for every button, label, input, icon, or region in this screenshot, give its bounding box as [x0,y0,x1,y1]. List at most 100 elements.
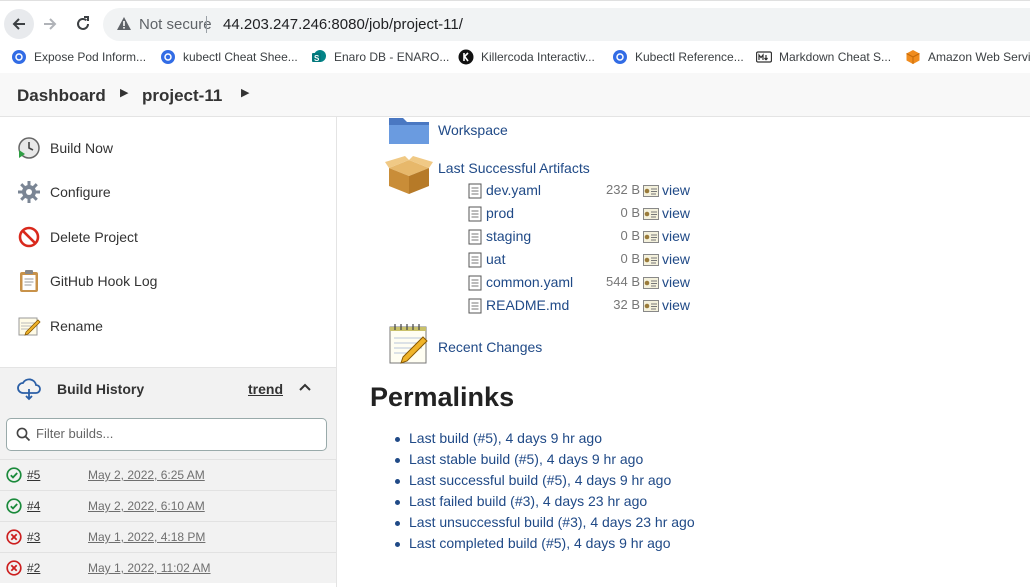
failed-x-icon [6,529,22,545]
fingerprint-icon [643,254,659,266]
artifact-row: prod 0 B view [468,204,698,224]
artifact-name-link[interactable]: dev.yaml [486,182,541,198]
task-configure[interactable]: Configure [16,178,111,206]
security-status[interactable]: Not secure [139,16,212,33]
breadcrumb-separator-icon[interactable]: ▶ [241,86,249,99]
build-number-link[interactable]: #5 [27,468,40,482]
permalink-last-stable-build[interactable]: Last stable build (#5), 4 days 9 hr ago [395,451,695,472]
build-row[interactable]: #2 May 1, 2022, 11:02 AM [0,552,336,583]
aws-icon [905,49,921,65]
artifact-name-link[interactable]: common.yaml [486,274,573,290]
breadcrumb-separator-icon[interactable]: ▶ [120,86,128,99]
failed-x-icon [6,560,22,576]
artifact-row: dev.yaml 232 B view [468,181,698,201]
permalink-last-completed-build[interactable]: Last completed build (#5), 4 days 9 hr a… [395,535,695,556]
address-bar[interactable]: Not secure 44.203.247.246:8080/job/proje… [103,8,1030,41]
artifact-view-link[interactable]: view [662,228,690,244]
bookmark-item[interactable]: Expose Pod Inform... [11,47,146,67]
artifact-name-link[interactable]: uat [486,251,505,267]
permalink-last-failed-build[interactable]: Last failed build (#3), 4 days 23 hr ago [395,493,695,514]
arrow-left-icon [12,18,25,30]
task-github-hook-log[interactable]: GitHub Hook Log [16,267,157,295]
artifact-view-link[interactable]: view [662,205,690,221]
artifact-size: 0 B [620,251,640,266]
build-number-link[interactable]: #3 [27,530,40,544]
build-date-link[interactable]: May 2, 2022, 6:25 AM [88,468,205,482]
forward-button[interactable] [35,9,65,39]
box-icon [385,156,433,194]
artifact-name-link[interactable]: README.md [486,297,569,313]
bookmark-item[interactable]: S Enaro DB - ENARO... [311,47,449,67]
filter-container [0,409,336,459]
recent-changes-link[interactable]: Recent Changes [438,339,542,355]
artifact-size: 0 B [620,205,640,220]
bookmark-item[interactable]: Amazon Web Servic [905,47,1030,67]
notepad-icon [389,324,428,364]
document-icon [468,229,482,245]
bookmark-item[interactable]: Kubectl Reference... [612,47,744,67]
task-delete-project[interactable]: Delete Project [16,223,138,251]
filter-builds-input[interactable] [36,426,316,441]
document-icon [468,298,482,314]
artifact-row: uat 0 B view [468,250,698,270]
document-icon [468,252,482,268]
build-row[interactable]: #3 May 1, 2022, 4:18 PM [0,521,336,552]
sidebar: Build Now Configure Delete Project GitHu… [0,117,337,587]
build-row[interactable]: #5 May 2, 2022, 6:25 AM [0,459,336,490]
fingerprint-icon [643,208,659,220]
build-history-header: Build History trend [0,367,336,409]
killercoda-icon [458,49,474,65]
build-number-link[interactable]: #2 [27,561,40,575]
notepad-pencil-icon [16,313,42,339]
artifact-view-link[interactable]: view [662,297,690,313]
no-entry-icon [16,224,42,250]
task-label: Rename [50,318,103,334]
artifact-name-link[interactable]: staging [486,228,531,244]
build-row[interactable]: #4 May 2, 2022, 6:10 AM [0,490,336,521]
build-date-link[interactable]: May 1, 2022, 4:18 PM [88,530,205,544]
build-date-link[interactable]: May 1, 2022, 11:02 AM [88,561,211,575]
permalink-last-unsuccessful-build[interactable]: Last unsuccessful build (#3), 4 days 23 … [395,514,695,535]
filter-builds-field[interactable] [6,418,327,451]
folder-icon [389,118,429,144]
breadcrumb-dashboard[interactable]: Dashboard [17,86,106,106]
artifact-size: 32 B [613,297,640,312]
last-successful-artifacts-link[interactable]: Last Successful Artifacts [438,160,590,176]
breadcrumb-project[interactable]: project-11 [142,86,222,106]
task-rename[interactable]: Rename [16,312,103,340]
reload-icon [77,16,89,30]
permalink-last-build[interactable]: Last build (#5), 4 days 9 hr ago [395,430,695,451]
task-label: GitHub Hook Log [50,273,158,289]
bookmark-item[interactable]: Markdown Cheat S... [756,47,891,67]
success-check-icon [6,467,22,483]
url-text[interactable]: 44.203.247.246:8080/job/project-11/ [223,16,463,33]
artifact-size: 232 B [606,182,640,197]
artifact-name-link[interactable]: prod [486,205,514,221]
bookmark-item[interactable]: Killercoda Interactiv... [458,47,595,67]
build-number-link[interactable]: #4 [27,499,40,513]
bookmarks-bar: Expose Pod Inform... kubectl Cheat Shee.… [0,45,1030,70]
bookmark-label: Amazon Web Servic [928,50,1030,64]
back-button[interactable] [4,9,34,39]
artifact-view-link[interactable]: view [662,251,690,267]
kubernetes-icon [11,49,27,65]
kubernetes-icon [160,49,176,65]
warning-icon[interactable] [116,16,132,32]
artifact-view-link[interactable]: view [662,274,690,290]
bookmark-label: kubectl Cheat Shee... [183,50,298,64]
bookmark-item[interactable]: kubectl Cheat Shee... [160,47,298,67]
artifact-view-link[interactable]: view [662,182,690,198]
permalink-last-successful-build[interactable]: Last successful build (#5), 4 days 9 hr … [395,472,695,493]
reload-button[interactable] [68,9,98,39]
arrow-right-icon [44,18,57,30]
chevron-up-icon[interactable] [297,379,313,395]
task-build-now[interactable]: Build Now [16,134,113,162]
workspace-link[interactable]: Workspace [438,122,508,138]
document-icon [468,275,482,291]
artifact-row: staging 0 B view [468,227,698,247]
breadcrumb: Dashboard ▶ project-11 ▶ [0,73,1030,117]
task-label: Delete Project [50,229,138,245]
bookmark-label: Expose Pod Inform... [34,50,147,64]
build-date-link[interactable]: May 2, 2022, 6:10 AM [88,499,205,513]
trend-link[interactable]: trend [248,381,283,397]
